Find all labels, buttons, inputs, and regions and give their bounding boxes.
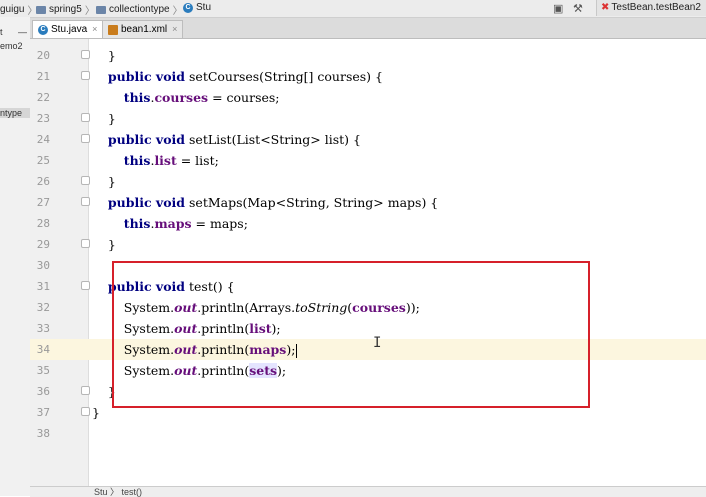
folder-icon — [36, 5, 46, 14]
class-icon: C — [183, 2, 193, 13]
breadcrumb-project[interactable]: guigu 〉 — [0, 2, 37, 17]
line-number: 20 — [36, 49, 50, 62]
fold-marker-icon[interactable] — [81, 176, 90, 185]
tab-bean1-xml[interactable]: bean1.xml × — [102, 20, 184, 38]
code-line[interactable]: 20 } — [30, 45, 706, 66]
fold-marker-icon[interactable] — [81, 134, 90, 143]
line-number: 33 — [36, 322, 50, 335]
line-number: 27 — [36, 196, 50, 209]
code-line[interactable]: 28 this.maps = maps; — [30, 213, 706, 234]
folder-icon — [96, 5, 106, 14]
project-panel-header: t — [0, 27, 3, 37]
line-number: 29 — [36, 238, 50, 251]
line-number: 24 — [36, 133, 50, 146]
line-number: 28 — [36, 217, 50, 230]
line-number: 25 — [36, 154, 50, 167]
breadcrumb-package-spring5[interactable]: spring5 〉 — [36, 2, 95, 17]
line-number: 21 — [36, 70, 50, 83]
code-text: public void setList(List<String> list) { — [107, 132, 361, 147]
breadcrumb-package-collectiontype[interactable]: collectiontype 〉 — [96, 2, 183, 17]
code-line[interactable]: 22 this.courses = courses; — [30, 87, 706, 108]
line-number: 32 — [36, 301, 50, 314]
code-text: } — [92, 405, 100, 420]
code-text: this.list = list; — [123, 153, 219, 168]
line-number: 34 — [36, 343, 50, 356]
code-line[interactable]: 27 public void setMaps(Map<String, Strin… — [30, 192, 706, 213]
close-icon[interactable]: × — [92, 21, 97, 38]
line-number: 26 — [36, 175, 50, 188]
code-text: } — [92, 174, 116, 189]
code-line[interactable]: 29 } — [30, 234, 706, 255]
class-icon: C — [38, 24, 48, 35]
code-line[interactable]: 21 public void setCourses(String[] cours… — [30, 66, 706, 87]
breadcrumb-class-stu[interactable]: C Stu — [183, 2, 211, 13]
project-tree-item-selected[interactable]: ntype — [0, 108, 30, 118]
line-number: 22 — [36, 91, 50, 104]
fold-marker-icon[interactable] — [81, 197, 90, 206]
fold-marker-icon[interactable] — [81, 239, 90, 248]
line-number: 30 — [36, 259, 50, 272]
fold-marker-icon[interactable] — [81, 386, 90, 395]
editor-tabs: C Stu.java × bean1.xml × — [30, 18, 706, 39]
code-line[interactable]: 24 public void setList(List<String> list… — [30, 129, 706, 150]
fold-marker-icon[interactable] — [81, 407, 90, 416]
text-cursor-icon: I — [373, 335, 382, 351]
build-hammer-icon[interactable]: ⚒ — [573, 2, 583, 15]
code-text: public void setMaps(Map<String, String> … — [107, 195, 439, 210]
close-icon[interactable]: × — [172, 21, 177, 38]
code-text: this.courses = courses; — [123, 90, 280, 105]
code-text: this.maps = maps; — [123, 216, 248, 231]
line-number: 23 — [36, 112, 50, 125]
code-line[interactable]: 23 } — [30, 108, 706, 129]
code-line[interactable]: 25 this.list = list; — [30, 150, 706, 171]
run-configuration-selector[interactable]: ✖ TestBean.testBean2 — [596, 0, 706, 16]
line-number: 37 — [36, 406, 50, 419]
fold-marker-icon[interactable] — [81, 113, 90, 122]
tab-stu-java[interactable]: C Stu.java × — [32, 20, 104, 38]
code-line[interactable]: 38 — [30, 423, 706, 444]
collapse-icon[interactable]: — — [18, 27, 27, 37]
fold-marker-icon[interactable] — [81, 71, 90, 80]
layout-icon[interactable]: ▣ — [553, 2, 563, 15]
fold-marker-icon[interactable] — [81, 281, 90, 290]
editor-breadcrumb-bar: Stu 〉 test() — [30, 486, 706, 497]
code-text: public void setCourses(String[] courses)… — [107, 69, 383, 84]
line-number: 31 — [36, 280, 50, 293]
line-number: 36 — [36, 385, 50, 398]
line-number: 38 — [36, 427, 50, 440]
code-text: } — [92, 111, 116, 126]
project-tree-item[interactable]: emo2 — [0, 41, 23, 51]
highlight-annotation-box — [112, 261, 590, 408]
run-config-error-icon: ✖ — [601, 2, 610, 13]
code-line[interactable]: 26 } — [30, 171, 706, 192]
fold-marker-icon[interactable] — [81, 50, 90, 59]
code-text: } — [92, 48, 116, 63]
project-panel: t — emo2 ntype — [0, 17, 31, 496]
code-text: } — [92, 237, 116, 252]
navigation-bar: guigu 〉 spring5 〉 collectiontype 〉 C Stu ▣ … — [0, 0, 706, 18]
line-number: 35 — [36, 364, 50, 377]
xml-file-icon — [108, 24, 118, 35]
